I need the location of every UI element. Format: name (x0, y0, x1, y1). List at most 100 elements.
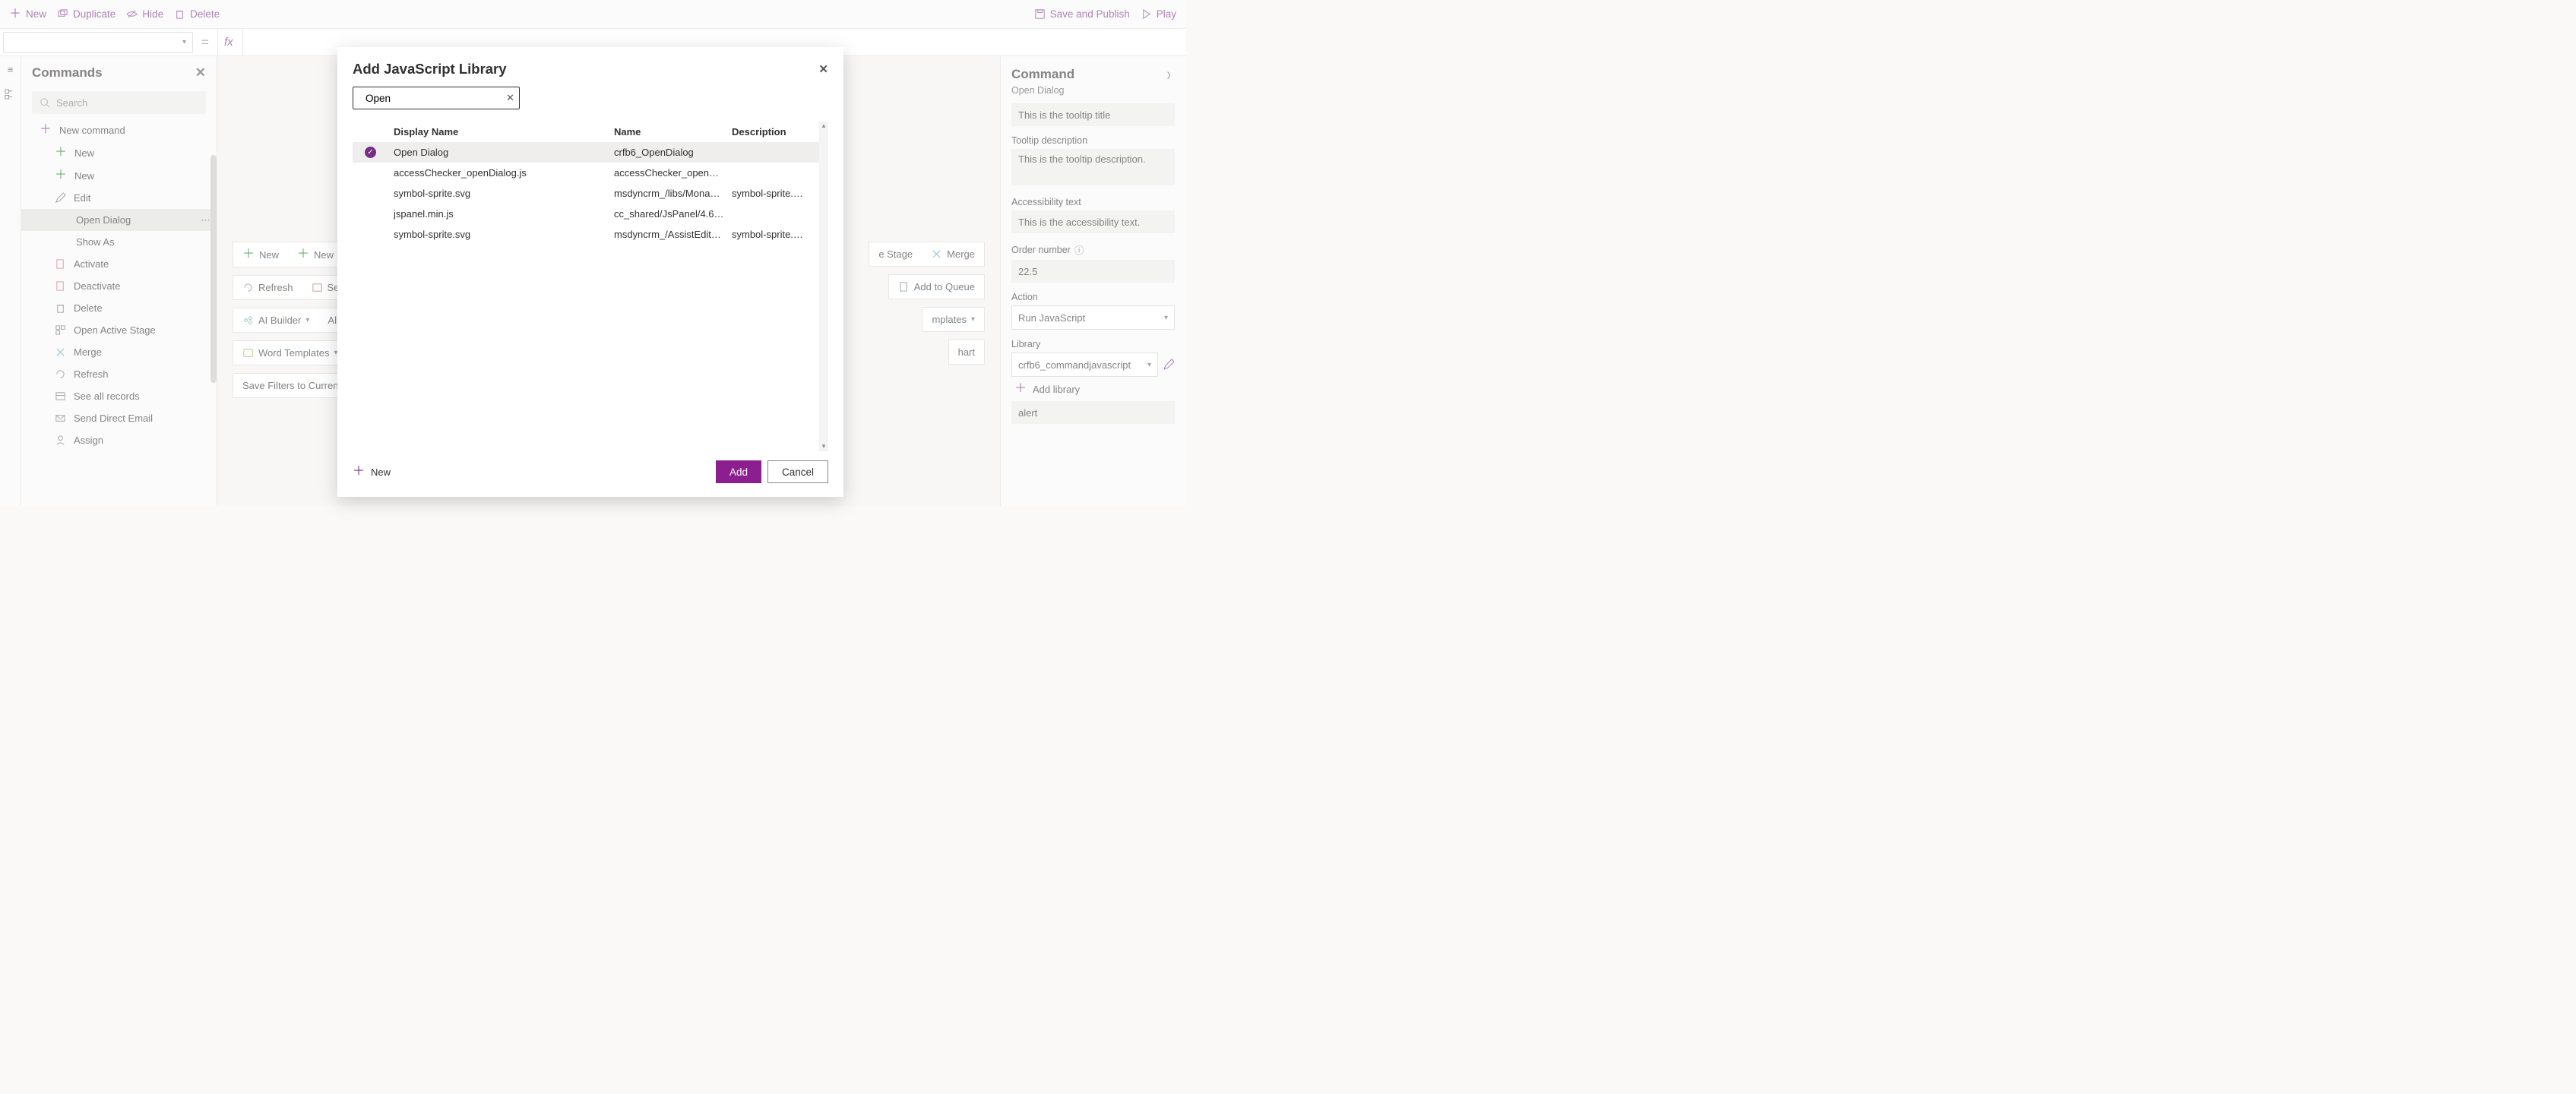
canvas-ai-builder-button[interactable]: AI Builder▾ (233, 308, 318, 332)
table-row[interactable]: accessChecker_openDialog.js accessChecke… (353, 163, 828, 183)
cancel-button[interactable]: Cancel (767, 460, 828, 483)
table-row[interactable]: ✓ Open Dialog crfb6_OpenDialog (353, 142, 828, 163)
col-display-name[interactable]: Display Name (394, 126, 614, 138)
doc-icon (55, 258, 66, 270)
add-library-label: Add library (1033, 384, 1080, 395)
canvas-word-templates-button[interactable]: Word Templates▾ (233, 341, 347, 365)
table-row[interactable]: symbol-sprite.svg msdyncrm_/libs/Monaco…… (353, 183, 828, 204)
tree-item-activate[interactable]: Activate (21, 253, 217, 275)
modal-search-input[interactable]: ✕ (353, 87, 520, 109)
cell-display: Open Dialog (394, 147, 614, 158)
chevron-down-icon: ▾ (1147, 361, 1151, 369)
tree-item-open-active-stage[interactable]: Open Active Stage (21, 319, 217, 341)
grid-icon (312, 282, 323, 293)
close-icon[interactable]: ✕ (818, 62, 828, 76)
tree-item-refresh[interactable]: Refresh (21, 363, 217, 385)
new-button[interactable]: ＋ New (9, 8, 46, 21)
tooltip-desc-input[interactable] (1011, 149, 1175, 185)
play-label: Play (1157, 8, 1176, 20)
canvas-save-filters-button[interactable]: Save Filters to Current (233, 374, 350, 397)
order-label: Order numberⓘ (1011, 242, 1175, 257)
cell-display: accessChecker_openDialog.js (394, 167, 614, 179)
chevron-down-icon: ▾ (1164, 314, 1168, 322)
col-name[interactable]: Name (614, 126, 732, 138)
close-icon[interactable]: ✕ (195, 65, 206, 81)
table-header: Display Name Name Description (353, 122, 828, 142)
tree-item-show-as[interactable]: Show As (21, 231, 217, 253)
canvas-add-to-queue-button[interactable]: Add to Queue (889, 275, 984, 299)
hamburger-icon[interactable]: ≡ (8, 64, 14, 75)
add-library-button[interactable]: ＋ Add library (1011, 377, 1175, 401)
item-label: Open Active Stage (74, 324, 156, 336)
table-row[interactable]: symbol-sprite.svg msdyncrm_/AssistEditCo… (353, 224, 828, 245)
item-label: Edit (74, 192, 90, 204)
library-select[interactable]: crfb6_commandjavascript ▾ (1011, 353, 1158, 377)
new-command-button[interactable]: ＋ New command (21, 119, 217, 141)
canvas-row: Word Templates▾ (233, 340, 351, 365)
canvas-merge-button[interactable]: Merge (922, 242, 984, 266)
pencil-icon (55, 192, 66, 204)
canvas-truncated-button[interactable]: e Stage (869, 242, 922, 266)
canvas-row: AI Builder▾ All (233, 308, 351, 333)
accessibility-input[interactable] (1011, 210, 1175, 233)
plus-icon: ＋ (297, 248, 309, 261)
duplicate-button[interactable]: Duplicate (57, 8, 116, 20)
save-publish-button[interactable]: Save and Publish (1034, 8, 1130, 20)
action-select[interactable]: Run JavaScript ▾ (1011, 305, 1175, 330)
cell-name: crfb6_OpenDialog (614, 147, 732, 158)
canvas-row: Add to Queue (888, 274, 985, 299)
tree-item-see-all[interactable]: See all records (21, 385, 217, 407)
chevron-right-icon[interactable]: 〉 (1167, 69, 1175, 81)
canvas-row: Save Filters to Current (233, 373, 351, 398)
canvas-truncated-button[interactable]: mplates▾ (922, 308, 984, 331)
tree-item-deactivate[interactable]: Deactivate (21, 275, 217, 297)
modal-search-field[interactable] (366, 93, 500, 104)
order-input[interactable] (1011, 260, 1175, 283)
canvas-refresh-button[interactable]: Refresh (233, 276, 302, 299)
scroll-down-icon[interactable]: ▾ (819, 442, 828, 451)
col-description[interactable]: Description (732, 126, 815, 138)
play-icon (1141, 8, 1152, 20)
tree-icon[interactable] (5, 89, 16, 100)
tree-item-delete[interactable]: Delete (21, 297, 217, 319)
tree-item-open-dialog[interactable]: Open Dialog⋯ (21, 209, 217, 231)
accessibility-label: Accessibility text (1011, 197, 1175, 207)
plus-icon: ＋ (9, 8, 21, 21)
scrollbar-thumb[interactable] (210, 155, 217, 383)
tooltip-desc-label: Tooltip description (1011, 135, 1175, 146)
tooltip-title-input[interactable] (1011, 103, 1175, 126)
add-button[interactable]: Add (716, 460, 761, 483)
cell-desc: symbol-sprite.sv… (732, 229, 815, 240)
property-selector[interactable]: ▾ (3, 32, 193, 53)
function-input[interactable] (1011, 401, 1175, 424)
table-row[interactable]: jspanel.min.js cc_shared/JsPanel/4.6.0/… (353, 204, 828, 224)
canvas-row: mplates▾ (922, 307, 985, 332)
search-input[interactable]: Search (32, 91, 206, 114)
delete-button[interactable]: Delete (174, 8, 220, 20)
tree-item-new[interactable]: ＋New (21, 141, 217, 164)
tree-item-edit[interactable]: Edit (21, 187, 217, 209)
tree-item-merge[interactable]: Merge (21, 341, 217, 363)
new-label: New (26, 8, 46, 20)
canvas-new-button[interactable]: ＋New (288, 242, 343, 267)
tree-item-new[interactable]: ＋New (21, 164, 217, 187)
info-icon[interactable]: ⓘ (1074, 242, 1084, 257)
canvas-new-button[interactable]: ＋New (233, 242, 288, 267)
trash-icon (174, 8, 185, 20)
hide-button[interactable]: Hide (126, 8, 163, 20)
plus-icon: ＋ (55, 147, 67, 159)
modal-scrollbar[interactable]: ▴ ▾ (819, 122, 828, 451)
pencil-icon[interactable] (1163, 359, 1175, 371)
tree-item-email[interactable]: Send Direct Email (21, 407, 217, 429)
tree-item-assign[interactable]: Assign (21, 429, 217, 451)
records-icon (55, 390, 66, 402)
item-label: Refresh (74, 368, 109, 380)
canvas-truncated-button[interactable]: hart (949, 340, 984, 364)
action-label: Action (1011, 292, 1175, 302)
clear-icon[interactable]: ✕ (506, 92, 514, 104)
more-icon[interactable]: ⋯ (201, 214, 210, 226)
play-button[interactable]: Play (1141, 8, 1176, 20)
new-link[interactable]: ＋ New (353, 466, 391, 478)
canvas-row: Refresh Se (233, 275, 351, 300)
scroll-up-icon[interactable]: ▴ (819, 122, 828, 131)
